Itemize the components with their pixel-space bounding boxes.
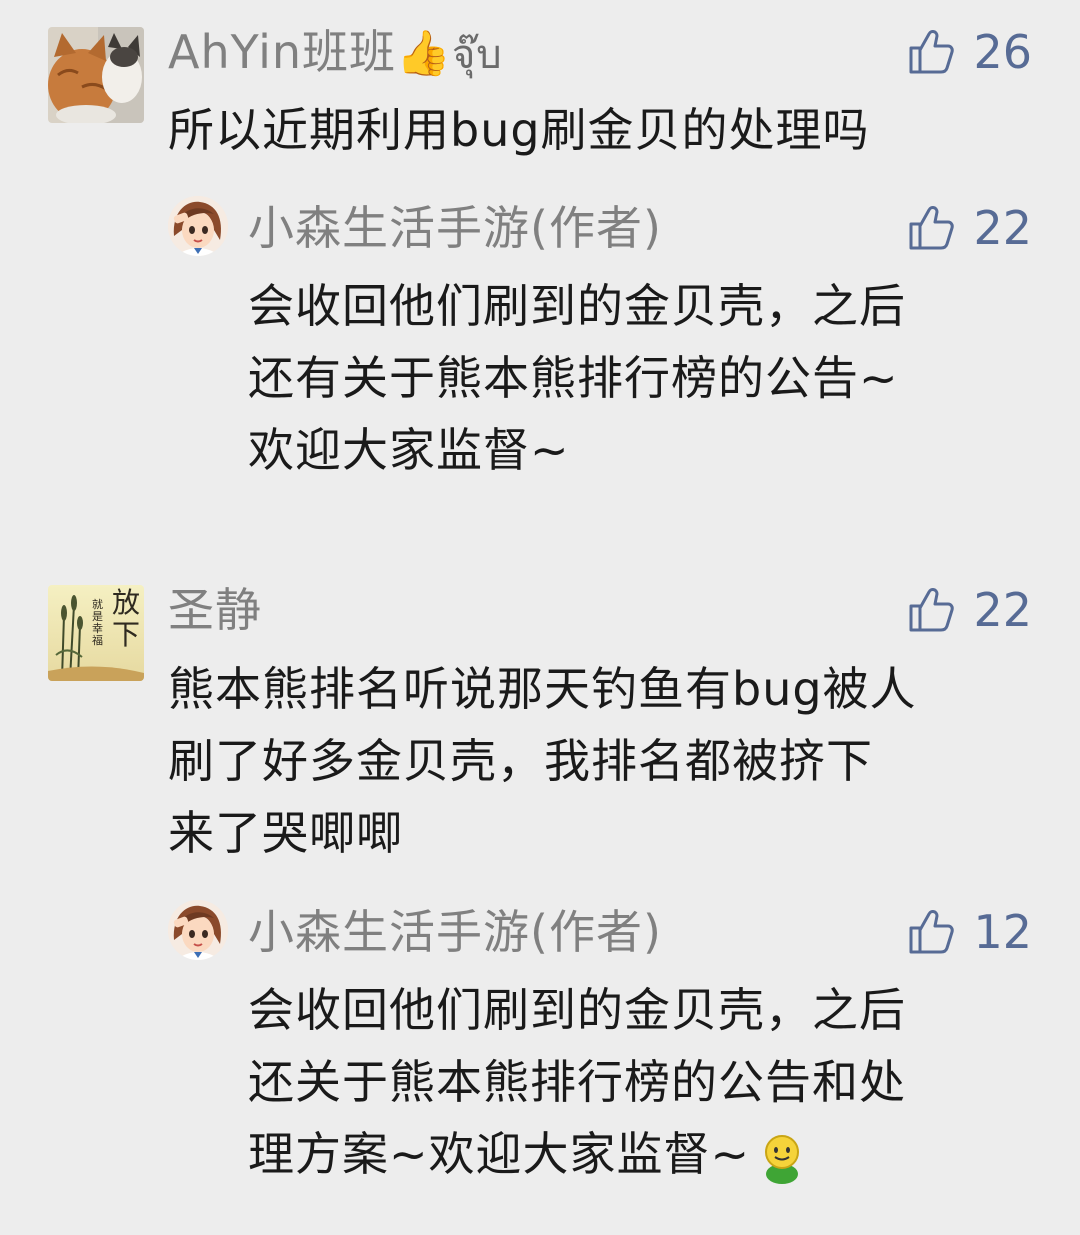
reply-text: 会收回他们刷到的金贝壳，之后 还关于熊本熊排行榜的公告和处 理方案~欢迎大家监督… bbox=[248, 974, 1048, 1190]
cartoon-girl-avatar-icon bbox=[168, 196, 228, 256]
avatar-calligraphy-small: 就是幸福 bbox=[92, 598, 103, 647]
author-avatar[interactable] bbox=[168, 900, 228, 960]
reply-author[interactable]: 小森生活手游(作者) bbox=[248, 904, 662, 960]
like-count: 26 bbox=[973, 25, 1032, 79]
cartoon-girl-avatar-icon bbox=[168, 900, 228, 960]
avatar-calligraphy-big: 放下 bbox=[112, 586, 141, 651]
comment-text: 所以近期利用bug刷金贝的处理吗 bbox=[168, 103, 870, 157]
author-name: AhYin班班 bbox=[168, 25, 397, 79]
smile-emoji bbox=[765, 1134, 800, 1184]
thumbs-up-icon bbox=[905, 202, 957, 254]
user-avatar[interactable]: 放下 就是幸福 bbox=[48, 585, 144, 681]
comment-item: 放下 就是幸福 圣静 22 熊本熊排名听说那天钓鱼有bug被人 刷了好多金贝壳，… bbox=[0, 560, 1080, 1235]
comment-item: AhYin班班👍จุ๊บ 26 所以近期利用bug刷金贝的处理吗 小森生活手游(… bbox=[0, 0, 1080, 560]
reply-author[interactable]: 小森生活手游(作者) bbox=[248, 200, 662, 256]
comment-author[interactable]: AhYin班班👍จุ๊บ bbox=[168, 24, 503, 83]
author-avatar[interactable] bbox=[168, 196, 228, 256]
author-name-suffix: จุ๊บ bbox=[451, 32, 503, 78]
thumbs-up-icon bbox=[905, 584, 957, 636]
reply-text: 会收回他们刷到的金贝壳，之后 还有关于熊本熊排行榜的公告~ 欢迎大家监督~ bbox=[248, 279, 906, 477]
cat-avatar-icon bbox=[48, 27, 144, 123]
reply-like-button[interactable]: 12 bbox=[905, 902, 1032, 962]
like-button[interactable]: 26 bbox=[905, 22, 1032, 82]
comment-text: 熊本熊排名听说那天钓鱼有bug被人 刷了好多金贝壳，我排名都被挤下 来了哭唧唧 bbox=[168, 662, 917, 860]
thumbs-up-icon bbox=[905, 26, 957, 78]
comment-author[interactable]: 圣静 bbox=[168, 582, 262, 638]
like-button[interactable]: 22 bbox=[905, 580, 1032, 640]
thumbs-up-emoji: 👍 bbox=[396, 28, 452, 79]
user-avatar[interactable] bbox=[48, 27, 144, 123]
reply-like-count: 22 bbox=[973, 201, 1032, 255]
thumbs-up-icon bbox=[905, 906, 957, 958]
reply-like-button[interactable]: 22 bbox=[905, 198, 1032, 258]
like-count: 22 bbox=[973, 583, 1032, 637]
reply-like-count: 12 bbox=[973, 905, 1032, 959]
